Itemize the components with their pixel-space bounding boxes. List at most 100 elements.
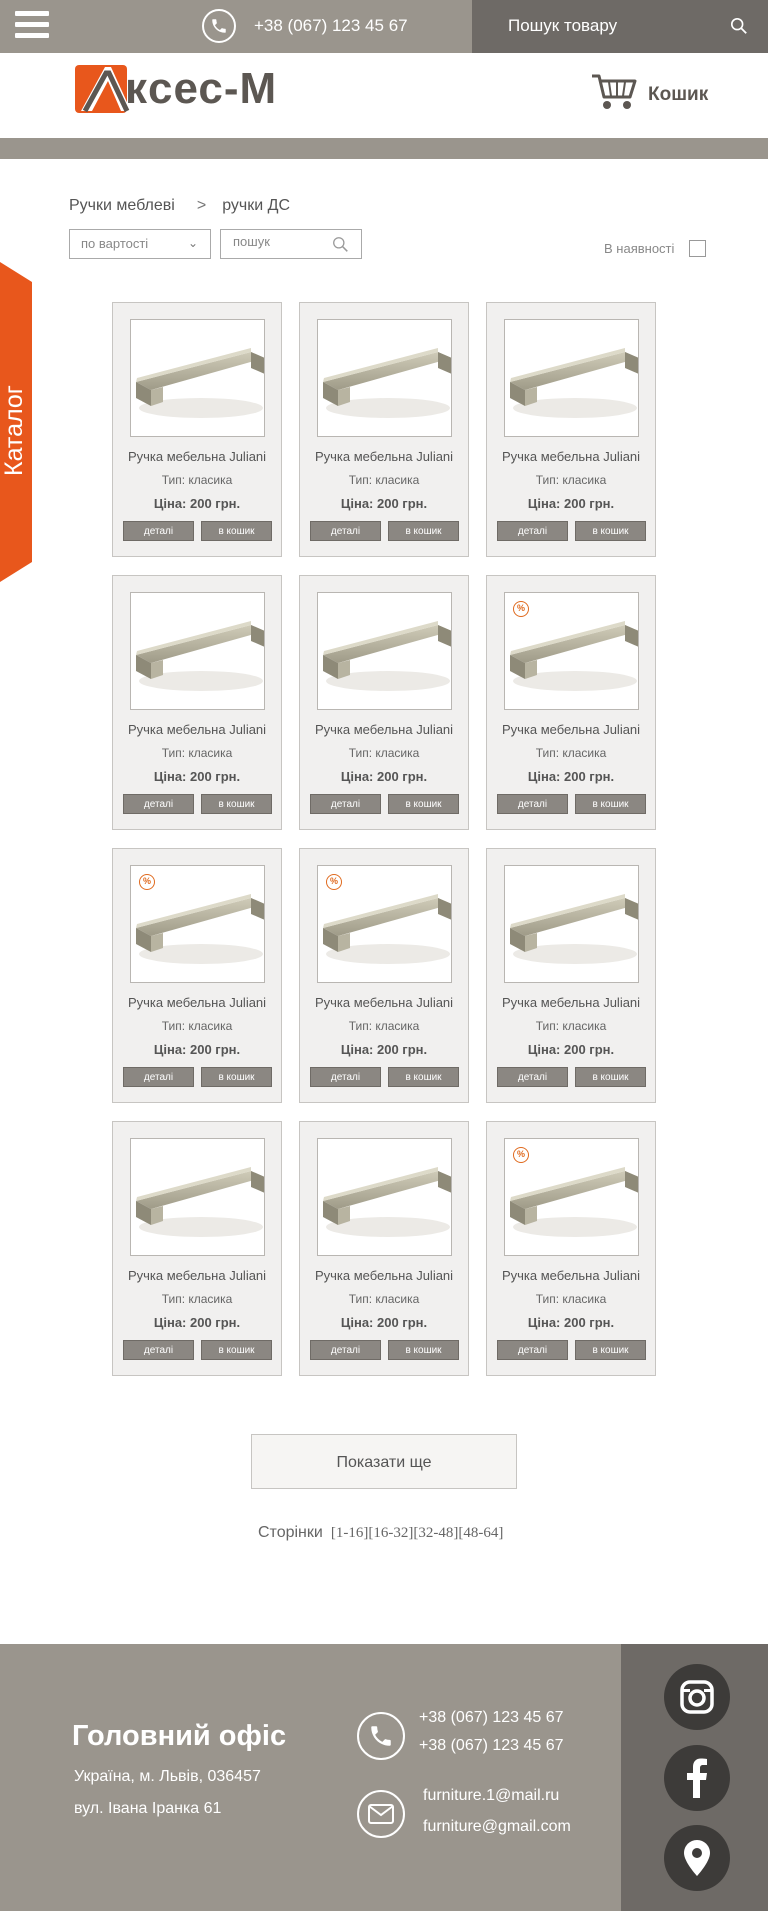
product-card[interactable]: Ручка мебельна Juliani Тип: класика Ціна: … [486, 302, 656, 557]
product-image[interactable] [504, 865, 639, 983]
product-name[interactable]: Ручка мебельна Juliani [300, 449, 468, 464]
product-card[interactable]: Ручка мебельна Juliani Тип: класика Ціна: … [299, 302, 469, 557]
filter-search-input[interactable]: пошук [220, 229, 362, 259]
product-image[interactable] [504, 319, 639, 437]
product-name[interactable]: Ручка мебельна Juliani [487, 449, 655, 464]
product-card[interactable]: Ручка мебельна Juliani Тип: класика Ціна: … [112, 1121, 282, 1376]
product-image[interactable]: % [504, 592, 639, 710]
add-to-cart-button[interactable]: в кошик [575, 521, 646, 541]
page-link[interactable]: [16-32] [368, 1525, 413, 1542]
details-button[interactable]: деталі [310, 1340, 381, 1360]
show-more-button[interactable]: Показати ще [251, 1434, 517, 1489]
product-name[interactable]: Ручка мебельна Juliani [113, 1268, 281, 1283]
page: +38 (067) 123 45 67 Пошук товару кcес-М [0, 0, 768, 1911]
details-button[interactable]: деталі [310, 794, 381, 814]
product-image[interactable]: % [317, 865, 452, 983]
add-to-cart-button[interactable]: в кошик [201, 794, 272, 814]
product-price: Ціна: 200 грн. [153, 1315, 241, 1330]
product-card[interactable]: % Ручка мебельна Juliani Тип: класика Ціна:… [112, 848, 282, 1103]
search-icon[interactable] [332, 236, 349, 256]
add-to-cart-button[interactable]: в кошик [388, 521, 459, 541]
cart-link[interactable]: Кошик [590, 73, 708, 116]
top-phone[interactable]: +38 (067) 123 45 67 [202, 9, 408, 43]
footer-email[interactable]: furniture.1@mail.ru [423, 1787, 559, 1805]
product-type: Тип: класика [161, 1019, 233, 1033]
product-price: Ціна: 200 грн. [340, 1042, 428, 1057]
breadcrumb-item[interactable]: Ручки меблеві [69, 197, 175, 215]
product-name[interactable]: Ручка мебельна Juliani [113, 995, 281, 1010]
product-name[interactable]: Ручка мебельна Juliani [300, 1268, 468, 1283]
details-button[interactable]: деталі [310, 1067, 381, 1087]
page-link[interactable]: [32-48] [413, 1525, 458, 1542]
office-address-line1: Україна, м. Львів, 036457 [74, 1768, 261, 1785]
product-image[interactable] [317, 1138, 452, 1256]
cart-label: Кошик [648, 83, 709, 105]
details-button[interactable]: деталі [497, 1067, 568, 1087]
footer-phone[interactable]: +38 (067) 123 45 67 [419, 1737, 564, 1755]
product-card[interactable]: Ручка мебельна Juliani Тип: класика Ціна: … [299, 1121, 469, 1376]
product-card[interactable]: Ручка мебельна Juliani Тип: класика Ціна: … [112, 302, 282, 557]
product-type: Тип: класика [161, 1292, 233, 1306]
hamburger-icon[interactable] [15, 11, 49, 41]
product-type: Тип: класика [348, 1292, 420, 1306]
filter-search-placeholder: пошук [233, 234, 270, 249]
facebook-icon[interactable] [664, 1745, 730, 1811]
product-name[interactable]: Ручка мебельна Juliani [487, 1268, 655, 1283]
page-link[interactable]: [48-64] [458, 1525, 503, 1542]
add-to-cart-button[interactable]: в кошик [201, 1340, 272, 1360]
product-card[interactable]: Ручка мебельна Juliani Тип: класика Ціна: … [299, 575, 469, 830]
product-card[interactable]: % Ручка мебельна Juliani Тип: класика Ціна:… [486, 1121, 656, 1376]
product-image[interactable] [317, 319, 452, 437]
footer: Головний офіс Україна, м. Львів, 036457 … [0, 1644, 768, 1911]
sort-select[interactable]: по вартості ⌄ [69, 229, 211, 259]
add-to-cart-button[interactable]: в кошик [388, 1340, 459, 1360]
product-name[interactable]: Ручка мебельна Juliani [113, 722, 281, 737]
product-type: Тип: класика [161, 473, 233, 487]
top-search[interactable]: Пошук товару [472, 0, 768, 53]
product-name[interactable]: Ручка мебельна Juliani [487, 722, 655, 737]
product-image[interactable] [130, 319, 265, 437]
product-image[interactable] [317, 592, 452, 710]
product-card[interactable]: Ручка мебельна Juliani Тип: класика Ціна: … [486, 848, 656, 1103]
logo[interactable]: кcес-М [75, 63, 277, 115]
product-card[interactable]: % Ручка мебельна Juliani Тип: класика Ціна:… [299, 848, 469, 1103]
add-to-cart-button[interactable]: в кошик [388, 794, 459, 814]
product-card[interactable]: Ручка мебельна Juliani Тип: класика Ціна: … [112, 575, 282, 830]
details-button[interactable]: деталі [123, 521, 194, 541]
details-button[interactable]: деталі [497, 521, 568, 541]
add-to-cart-button[interactable]: в кошик [201, 521, 272, 541]
product-card[interactable]: % Ручка мебельна Juliani Тип: класика Ціна:… [486, 575, 656, 830]
search-icon[interactable] [730, 17, 748, 40]
footer-phone[interactable]: +38 (067) 123 45 67 [419, 1709, 564, 1727]
product-image[interactable] [130, 1138, 265, 1256]
add-to-cart-button[interactable]: в кошик [575, 1067, 646, 1087]
product-image[interactable] [130, 592, 265, 710]
details-button[interactable]: деталі [123, 794, 194, 814]
add-to-cart-button[interactable]: в кошик [575, 1340, 646, 1360]
product-name[interactable]: Ручка мебельна Juliani [113, 449, 281, 464]
add-to-cart-button[interactable]: в кошик [575, 794, 646, 814]
details-button[interactable]: деталі [123, 1340, 194, 1360]
page-link[interactable]: [1-16] [331, 1525, 369, 1542]
in-stock-checkbox[interactable] [689, 240, 706, 257]
add-to-cart-button[interactable]: в кошик [388, 1067, 459, 1087]
footer-email[interactable]: furniture@gmail.com [423, 1818, 571, 1836]
product-name[interactable]: Ручка мебельна Juliani [300, 995, 468, 1010]
product-image[interactable]: % [130, 865, 265, 983]
product-price: Ціна: 200 грн. [153, 496, 241, 511]
product-price: Ціна: 200 грн. [340, 1315, 428, 1330]
details-button[interactable]: деталі [497, 794, 568, 814]
details-button[interactable]: деталі [310, 521, 381, 541]
details-button[interactable]: деталі [497, 1340, 568, 1360]
catalog-tab-label: Каталог [0, 385, 29, 476]
product-type: Тип: класика [535, 1019, 607, 1033]
product-type: Тип: класика [348, 1019, 420, 1033]
details-button[interactable]: деталі [123, 1067, 194, 1087]
instagram-icon[interactable] [664, 1664, 730, 1730]
breadcrumb-current: ручки ДС [222, 197, 291, 214]
product-name[interactable]: Ручка мебельна Juliani [300, 722, 468, 737]
add-to-cart-button[interactable]: в кошик [201, 1067, 272, 1087]
product-image[interactable]: % [504, 1138, 639, 1256]
product-name[interactable]: Ручка мебельна Juliani [487, 995, 655, 1010]
location-pin-icon[interactable] [664, 1825, 730, 1891]
